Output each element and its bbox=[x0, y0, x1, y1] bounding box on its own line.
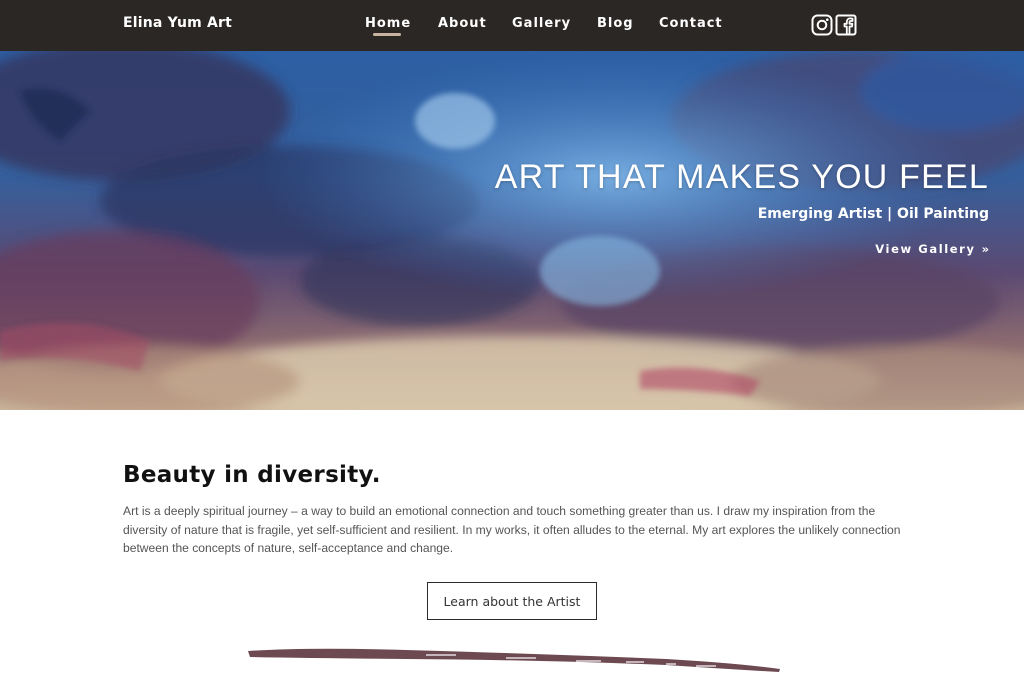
view-gallery-link[interactable]: View Gallery » bbox=[875, 242, 989, 256]
section-heading: Beauty in diversity. bbox=[123, 462, 381, 488]
active-nav-indicator bbox=[373, 33, 401, 36]
nav-home[interactable]: Home bbox=[365, 16, 411, 31]
double-chevron-right-icon: » bbox=[981, 242, 989, 256]
instagram-icon[interactable] bbox=[811, 14, 833, 36]
learn-about-artist-button[interactable]: Learn about the Artist bbox=[427, 582, 597, 620]
view-gallery-label: View Gallery bbox=[875, 242, 976, 256]
brush-stroke-divider bbox=[248, 648, 780, 672]
hero-title: ART THAT MAKES YOU FEEL bbox=[494, 158, 989, 196]
hero-banner: ART THAT MAKES YOU FEEL Emerging Artist … bbox=[0, 51, 1024, 410]
nav-about[interactable]: About bbox=[438, 16, 487, 31]
hero-subtitle: Emerging Artist | Oil Painting bbox=[757, 206, 989, 222]
section-body-text: Art is a deeply spiritual journey – a wa… bbox=[123, 504, 901, 555]
nav-blog[interactable]: Blog bbox=[597, 16, 634, 31]
main-nav: Home About Gallery Blog Contact bbox=[0, 16, 1024, 36]
hero-painting-image bbox=[0, 51, 1024, 410]
site-header: Elina Yum Art Home About Gallery Blog Co… bbox=[0, 0, 1024, 51]
facebook-icon[interactable] bbox=[835, 14, 857, 36]
nav-contact[interactable]: Contact bbox=[659, 16, 723, 31]
nav-gallery[interactable]: Gallery bbox=[512, 16, 571, 31]
